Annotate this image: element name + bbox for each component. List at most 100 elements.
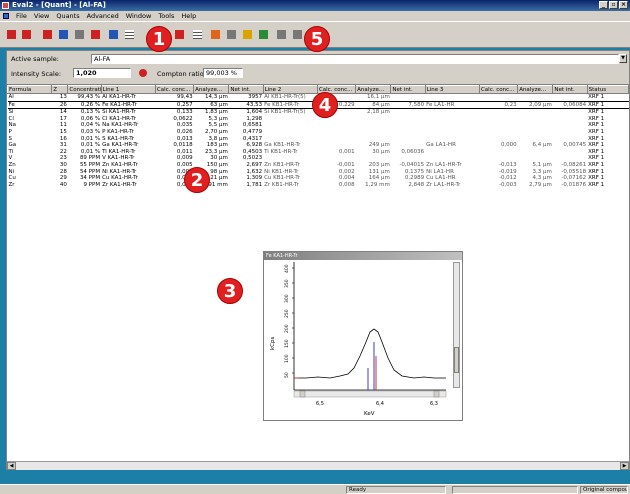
- table-cell: [263, 129, 317, 136]
- column-header[interactable]: Net int.: [390, 85, 426, 94]
- table-cell: Ni KB1-HR-Tr: [264, 168, 299, 175]
- settings-icon[interactable]: [122, 27, 136, 41]
- table-row[interactable]: Na 11 0,04 % Na KA1-HR-Tr 0,035 5,5 µm 0,6581 X…: [8, 122, 629, 129]
- spectrum-icon[interactable]: [224, 27, 238, 41]
- column-header[interactable]: Analyze...: [355, 85, 392, 94]
- table-cell: 2,09 µm: [517, 100, 553, 110]
- table-row[interactable]: V 23 89 PPM V KA1-HR-Tr 0,009 30 µm 0,5023 XRF …: [8, 155, 629, 162]
- spectrum-xtick-3: 6,3: [430, 401, 438, 407]
- column-header[interactable]: Line 1: [100, 85, 156, 94]
- column-header[interactable]: Net int.: [552, 85, 588, 94]
- table-row[interactable]: S 16 0,01 % S KA1-HR-Tr 0,013 3,8 µm 0,4317 XRF…: [8, 136, 629, 143]
- table-cell: [425, 155, 479, 162]
- table-cell: [553, 116, 587, 123]
- table-row[interactable]: Ga 31 0,01 % Ga KA1-HR-Tr 0,0118 183 µm 6,928 G…: [8, 142, 629, 149]
- table-row[interactable]: Zn 30 55 PPM Zn KA1-HR-Tr 0,005 150 µm 2,697 Zn…: [8, 162, 629, 169]
- menu-quants[interactable]: Quants: [56, 12, 79, 20]
- table-cell: [479, 129, 517, 136]
- table-cell: 5,5 µm: [208, 122, 228, 129]
- close-button[interactable]: ×: [619, 1, 628, 9]
- table-row[interactable]: Cu2934 PPMCu KA1-HR-Tr0,003121 µm1,309Cu…: [8, 175, 629, 182]
- maximize-button[interactable]: ▫: [609, 1, 618, 9]
- scroll-right-icon[interactable]: ▶: [620, 462, 629, 470]
- list-icon[interactable]: [190, 27, 204, 41]
- scroll-left-icon[interactable]: ◀: [7, 462, 16, 470]
- scroll-thumb[interactable]: [454, 347, 459, 373]
- column-header[interactable]: Z: [51, 85, 69, 94]
- table-cell: XRF 1: [588, 168, 605, 175]
- column-header[interactable]: Status: [586, 85, 630, 94]
- table-cell: [479, 136, 517, 143]
- peaks-icon[interactable]: [240, 27, 254, 41]
- table-icon[interactable]: [172, 27, 186, 41]
- menu-file[interactable]: File: [16, 12, 27, 20]
- horizontal-scrollbar[interactable]: ◀ ▶: [7, 461, 629, 470]
- chevron-down-icon[interactable]: ▼: [619, 54, 627, 63]
- table-cell: [391, 142, 425, 149]
- table-cell: [317, 155, 355, 162]
- table-cell: 13: [59, 94, 67, 100]
- table-cell: 63 µm: [193, 100, 229, 110]
- open-icon[interactable]: [4, 27, 18, 41]
- document-icon[interactable]: [3, 13, 9, 19]
- table-cell: Zr: [8, 181, 15, 188]
- active-sample-field[interactable]: Al-FA: [91, 54, 619, 64]
- table-row[interactable]: Zr409 PPMZr KA1-HR-Tr0,0010,91 mm1,781Zr…: [8, 182, 629, 189]
- table-cell: 30 µm: [210, 155, 228, 162]
- column-header[interactable]: Net int.: [228, 85, 264, 94]
- table-cell: [425, 136, 479, 143]
- column-header[interactable]: Line 2: [262, 85, 318, 94]
- menu-view[interactable]: View: [34, 12, 49, 20]
- column-header[interactable]: Calc. conc...: [478, 85, 519, 94]
- table-row[interactable]: Ni 28 54 PPM Ni KA1-HR-Tr 0,005 98 µm 1,632 Ni …: [8, 169, 629, 176]
- menu-tools[interactable]: Tools: [158, 12, 174, 20]
- table-cell: [356, 129, 391, 136]
- table-cell: Fe LA1-HR: [425, 100, 480, 110]
- compton-icon[interactable]: [139, 69, 147, 77]
- element-icon[interactable]: [40, 27, 54, 41]
- table-cell: -0,08261: [561, 161, 587, 168]
- table-cell: 1,604: [246, 109, 263, 116]
- table-cell: 249 µm: [368, 142, 390, 149]
- column-header[interactable]: Line 3: [424, 85, 480, 94]
- table-row[interactable]: Cl 17 0,06 % Cl KA1-HR-Tr 0,0622 5,3 µm 1,298 X…: [8, 116, 629, 123]
- table-row[interactable]: P 15 0,03 % P KA1-HR-Tr 0,026 2,70 µm 0,4779 XR…: [8, 129, 629, 136]
- intensity-scale-field[interactable]: 1,020: [73, 68, 131, 78]
- table-cell: -0,01876: [561, 181, 587, 188]
- menu-window[interactable]: Window: [126, 12, 152, 20]
- column-header[interactable]: Analyze...: [193, 85, 230, 94]
- table-cell: 0,001: [338, 148, 355, 155]
- table-cell: [553, 149, 587, 156]
- table-cell: 40: [59, 181, 67, 188]
- status-mode: Original compounds: [580, 486, 628, 494]
- column-header[interactable]: Calc. conc...: [154, 85, 195, 94]
- report-icon[interactable]: [106, 27, 120, 41]
- spectrum-xlabel: KeV: [364, 411, 375, 417]
- menu-advanced[interactable]: Advanced: [87, 12, 119, 20]
- spectrum-window[interactable]: Fe KA1-HR-Tr 400 350 300 250 200 150 100 50 kCp…: [263, 251, 463, 421]
- column-header[interactable]: Concentrati...: [67, 85, 102, 94]
- copy-icon[interactable]: [274, 27, 288, 41]
- table-row[interactable]: Ti 22 0,01 % Ti KA1-HR-Tr 0,011 23,3 µm 0,4503…: [8, 149, 629, 156]
- filter-icon[interactable]: [256, 27, 270, 41]
- sort-icon[interactable]: [208, 27, 222, 41]
- table-cell: Cl: [8, 115, 14, 122]
- table-cell: 2,18 µm: [367, 109, 390, 116]
- column-header[interactable]: Formula: [6, 85, 53, 94]
- table-cell: Ga: [8, 142, 17, 149]
- y-tick-label: 350: [284, 279, 290, 288]
- table-cell: [553, 94, 587, 102]
- menu-help[interactable]: Help: [181, 12, 196, 20]
- spectrum-scrollbar[interactable]: [453, 262, 460, 388]
- calibrate-icon[interactable]: [72, 27, 86, 41]
- measure-icon[interactable]: [88, 27, 102, 41]
- column-header[interactable]: Analyze...: [517, 85, 554, 94]
- table-cell: Ga KB1-HR-Tr: [264, 142, 301, 149]
- table-cell: 131 µm: [368, 168, 390, 175]
- save-icon[interactable]: [19, 27, 33, 41]
- minimize-button[interactable]: _: [599, 1, 608, 9]
- y-tick-label: 300: [284, 294, 290, 303]
- table-cell: Zn LA1-HR-Tr: [426, 161, 462, 168]
- print-icon[interactable]: [290, 27, 304, 41]
- chart-icon[interactable]: [56, 27, 70, 41]
